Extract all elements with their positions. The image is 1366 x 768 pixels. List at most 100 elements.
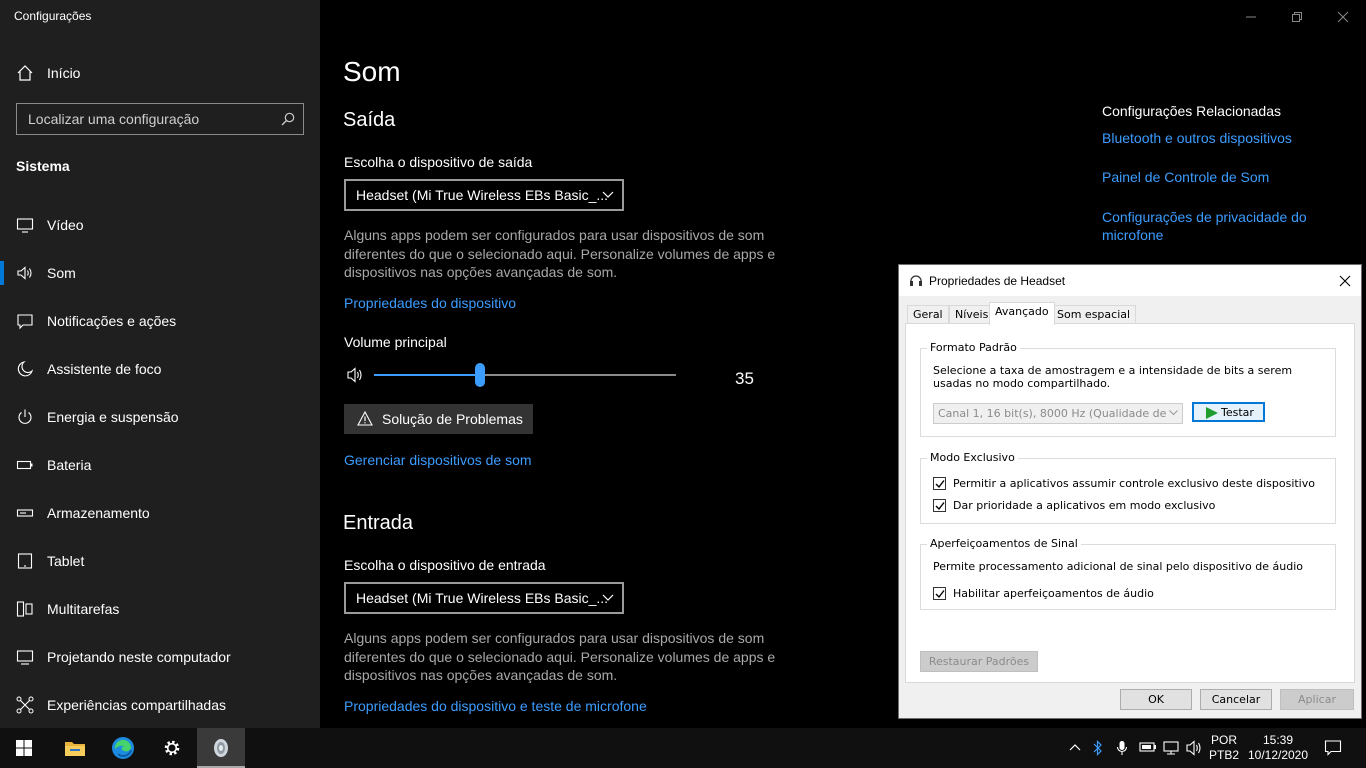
enable-enhancements-checkbox[interactable]: Habilitar aperfeiçoamentos de áudio — [933, 587, 1323, 601]
dialog-titlebar[interactable]: Propriedades de Headset — [899, 265, 1361, 296]
checkbox-box[interactable] — [933, 499, 946, 512]
cancel-button[interactable]: Cancelar — [1200, 689, 1272, 710]
search-icon[interactable] — [281, 112, 295, 126]
speaker-icon — [17, 266, 32, 280]
output-device-dropdown[interactable]: Headset (Mi True Wireless EBs Basic_... — [344, 179, 624, 211]
sidebar-item-project[interactable]: Projetando neste computador — [0, 637, 320, 677]
ok-button[interactable]: OK — [1120, 689, 1192, 710]
keyboard-layout: PTB2 — [1208, 748, 1239, 762]
clock-time: 15:39 — [1262, 733, 1294, 747]
dialog-close-icon[interactable] — [1335, 271, 1355, 291]
windows-icon — [16, 740, 32, 756]
volume-slider-fill — [374, 374, 480, 376]
headset-app-icon — [214, 739, 228, 757]
sidebar-home-label: Início — [47, 65, 81, 81]
tab-spatial-sound[interactable]: Som espacial — [1051, 305, 1137, 324]
volume-speaker-icon[interactable] — [346, 366, 366, 384]
sidebar-item-storage[interactable]: Armazenamento — [0, 493, 320, 533]
home-icon — [17, 65, 33, 81]
battery-icon — [16, 460, 33, 470]
chevron-down-icon — [602, 594, 614, 601]
headset-icon — [910, 275, 922, 286]
manage-devices-link[interactable]: Gerenciar dispositivos de som — [344, 452, 532, 468]
close-window-button[interactable] — [1320, 0, 1366, 32]
bluetooth-icon[interactable] — [1092, 740, 1104, 756]
sidebar-item-label: Multitarefas — [47, 601, 120, 617]
action-center-icon[interactable] — [1324, 739, 1342, 757]
sidebar-item-label: Vídeo — [47, 217, 84, 233]
related-link-bluetooth[interactable]: Bluetooth e outros dispositivos — [1102, 129, 1342, 147]
microphone-icon[interactable] — [1116, 740, 1128, 756]
output-device-label: Escolha o dispositivo de saída — [344, 154, 533, 170]
sidebar-item-label: Assistente de foco — [47, 361, 162, 377]
sidebar-item-som[interactable]: Som — [0, 253, 320, 293]
chevron-up-icon[interactable] — [1068, 740, 1082, 754]
check-icon — [935, 480, 945, 489]
troubleshoot-button[interactable]: Solução de Problemas — [344, 404, 533, 434]
priority-exclusive-checkbox[interactable]: Dar prioridade a aplicativos em modo exc… — [933, 499, 1323, 513]
sidebar-item-video[interactable]: Vídeo — [0, 205, 320, 245]
dialog-title: Propriedades de Headset — [929, 274, 1066, 288]
restore-defaults-button[interactable]: Restaurar Padrões — [920, 651, 1038, 672]
clock-date: 10/12/2020 — [1247, 748, 1309, 762]
app-title: Configurações — [14, 9, 92, 23]
tablet-icon — [17, 553, 33, 569]
page-title: Som — [343, 56, 401, 87]
volume-slider-thumb[interactable] — [474, 363, 485, 387]
folder-icon — [65, 742, 85, 756]
sidebar-item-battery[interactable]: Bateria — [0, 445, 320, 485]
network-icon[interactable] — [1162, 740, 1180, 756]
sound-properties-taskbar-button[interactable] — [197, 728, 245, 768]
default-format-group: Formato Padrão Selecione a taxa de amost… — [920, 341, 1336, 437]
battery-tray-icon[interactable] — [1139, 740, 1157, 754]
input-description: Alguns apps podem ser configurados para … — [344, 630, 776, 683]
sidebar-item-focus[interactable]: Assistente de foco — [0, 349, 320, 389]
sidebar-home[interactable]: Início — [0, 56, 320, 90]
sidebar-item-power[interactable]: Energia e suspensão — [0, 397, 320, 437]
related-settings-title: Configurações Relacionadas — [1102, 103, 1281, 119]
apply-button[interactable]: Aplicar — [1280, 689, 1354, 710]
allow-exclusive-label: Permitir a aplicativos assumir controle … — [953, 477, 1315, 490]
input-device-dropdown[interactable]: Headset (Mi True Wireless EBs Basic_... — [344, 582, 624, 614]
volume-tray-icon[interactable] — [1186, 740, 1204, 756]
settings-button[interactable] — [148, 728, 196, 768]
check-icon — [935, 502, 945, 511]
tab-advanced[interactable]: Avançado — [989, 302, 1055, 325]
tab-general[interactable]: Geral — [907, 305, 949, 324]
related-link-mic-privacy[interactable]: Configurações de privacidade do microfon… — [1102, 208, 1342, 244]
sidebar-item-multitask[interactable]: Multitarefas — [0, 589, 320, 629]
minimize-button[interactable] — [1228, 0, 1274, 32]
sidebar-item-label: Som — [47, 265, 76, 281]
gear-icon — [164, 740, 180, 756]
related-link-sound-control-panel[interactable]: Painel de Controle de Som — [1102, 168, 1342, 186]
input-language[interactable]: POR PTB2 — [1207, 733, 1241, 763]
chevron-down-icon — [602, 191, 614, 198]
volume-label: Volume principal — [344, 334, 447, 350]
edge-button[interactable] — [99, 728, 147, 768]
sidebar-item-notifications[interactable]: Notificações e ações — [0, 301, 320, 341]
clock[interactable]: 15:39 10/12/2020 — [1245, 733, 1311, 763]
tab-levels[interactable]: Níveis — [949, 305, 995, 324]
start-button[interactable] — [0, 728, 48, 768]
sidebar-item-tablet[interactable]: Tablet — [0, 541, 320, 581]
search-box[interactable] — [16, 103, 304, 135]
multitask-icon — [16, 601, 33, 617]
output-properties-link[interactable]: Propriedades do dispositivo — [344, 295, 516, 311]
volume-value: 35 — [735, 369, 754, 388]
exclusive-mode-title: Modo Exclusivo — [927, 451, 1018, 464]
test-button[interactable]: Testar — [1192, 402, 1265, 422]
sidebar-item-label: Experiências compartilhadas — [47, 697, 226, 713]
input-properties-link[interactable]: Propriedades do dispositivo e teste de m… — [344, 698, 647, 714]
sidebar-item-shared[interactable]: Experiências compartilhadas — [0, 685, 320, 725]
troubleshoot-label: Solução de Problemas — [382, 411, 523, 427]
allow-exclusive-checkbox[interactable]: Permitir a aplicativos assumir controle … — [933, 477, 1323, 491]
file-explorer-button[interactable] — [51, 728, 99, 768]
search-input[interactable] — [17, 104, 277, 134]
language-code: POR — [1210, 733, 1237, 747]
maximize-button[interactable] — [1274, 0, 1320, 32]
enable-enhancements-label: Habilitar aperfeiçoamentos de áudio — [953, 587, 1154, 600]
checkbox-box[interactable] — [933, 477, 946, 490]
checkbox-box[interactable] — [933, 587, 946, 600]
input-device-value: Headset (Mi True Wireless EBs Basic_... — [356, 590, 609, 606]
output-description: Alguns apps podem ser configurados para … — [344, 227, 776, 280]
